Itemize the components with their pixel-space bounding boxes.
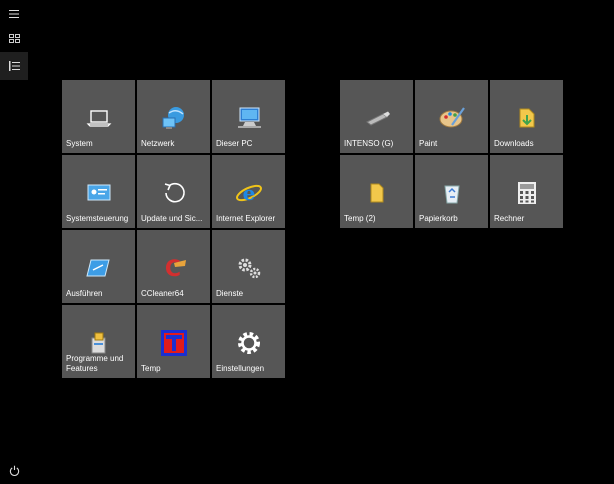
tile-ausfuehren[interactable]: Ausführen: [62, 230, 135, 303]
internet-explorer-icon: e: [233, 177, 265, 209]
tile-paint[interactable]: Paint: [415, 80, 488, 153]
services-gears-icon: [233, 252, 265, 284]
list-icon: [8, 61, 20, 71]
svg-text:e: e: [242, 181, 255, 205]
tile-intenso[interactable]: INTENSO (G): [340, 80, 413, 153]
tile-label: Temp: [141, 364, 161, 373]
hamburger-icon: [9, 10, 19, 18]
run-icon: [83, 252, 115, 284]
tile-dieser-pc[interactable]: Dieser PC: [212, 80, 285, 153]
tile-label: Ausführen: [66, 289, 103, 298]
tile-label: Einstellungen: [216, 364, 265, 373]
tile-papierkorb[interactable]: Papierkorb: [415, 155, 488, 228]
tile-downloads[interactable]: Downloads: [490, 80, 563, 153]
usb-drive-icon: [361, 102, 393, 134]
paint-palette-icon: [436, 102, 468, 134]
tile-label: Netzwerk: [141, 139, 175, 148]
tile-einstellungen[interactable]: Einstellungen: [212, 305, 285, 378]
tile-label: INTENSO (G): [344, 139, 394, 148]
tile-rechner[interactable]: Rechner: [490, 155, 563, 228]
tile-label: System: [66, 139, 93, 148]
tile-label: Programme und Features: [66, 354, 124, 373]
all-apps-button[interactable]: [0, 52, 28, 80]
temp-t-icon: [158, 327, 190, 359]
tile-label: CCleaner64: [141, 289, 184, 298]
start-rail: [0, 0, 28, 480]
ccleaner-icon: C: [158, 252, 190, 284]
downloads-folder-icon: [511, 102, 543, 134]
recycle-bin-icon: [436, 177, 468, 209]
tile-label: Papierkorb: [419, 214, 458, 223]
tile-temp[interactable]: Temp: [137, 305, 210, 378]
tile-label: Temp (2): [344, 214, 376, 223]
svg-text:C: C: [164, 257, 180, 281]
settings-gear-icon: [233, 327, 265, 359]
tile-systemsteuerung[interactable]: Systemsteuerung: [62, 155, 135, 228]
network-icon: [158, 102, 190, 134]
tile-temp2[interactable]: Temp (2): [340, 155, 413, 228]
tile-label: Systemsteuerung: [66, 214, 129, 223]
tile-update[interactable]: Update und Sic...: [137, 155, 210, 228]
tiles-icon: [8, 33, 20, 43]
power-icon: [9, 465, 19, 476]
tile-label: Downloads: [494, 139, 534, 148]
tile-system[interactable]: System: [62, 80, 135, 153]
tile-label: Rechner: [494, 214, 525, 223]
tile-label: Paint: [419, 139, 438, 148]
computer-icon: [233, 102, 265, 134]
tile-netzwerk[interactable]: Netzwerk: [137, 80, 210, 153]
tile-internet-explorer[interactable]: e Internet Explorer: [212, 155, 285, 228]
tile-dienste[interactable]: Dienste: [212, 230, 285, 303]
tile-programme[interactable]: Programme und Features: [62, 305, 135, 378]
tile-label: Internet Explorer: [216, 214, 276, 223]
laptop-icon: [83, 102, 115, 134]
tile-label: Dienste: [216, 289, 244, 298]
tile-ccleaner[interactable]: C CCleaner64: [137, 230, 210, 303]
tile-label: Dieser PC: [216, 139, 253, 148]
folder-icon: [361, 177, 393, 209]
calculator-icon: [511, 177, 543, 209]
tile-label: Update und Sic...: [141, 214, 203, 223]
update-icon: [158, 177, 190, 209]
control-panel-icon: [83, 177, 115, 209]
tiles-view-button[interactable]: [0, 24, 28, 52]
